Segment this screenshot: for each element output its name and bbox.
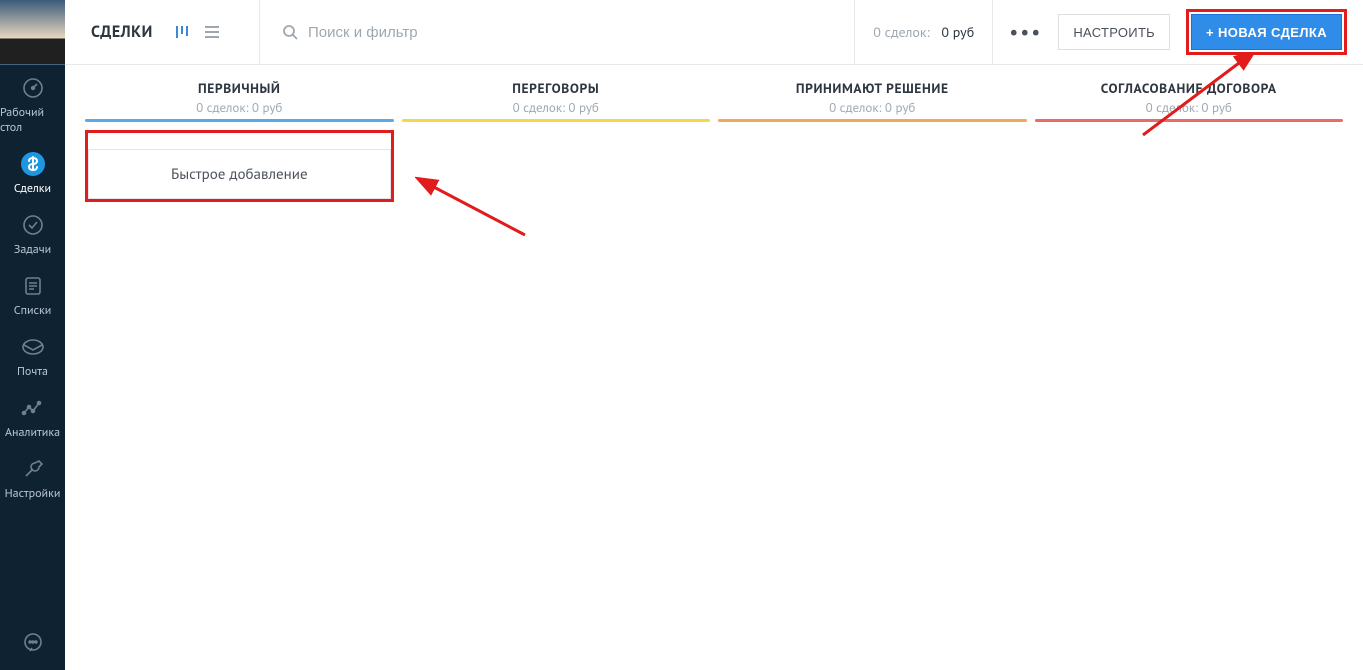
list-view-icon[interactable]: [203, 25, 221, 39]
sidebar-item-analytics[interactable]: Аналитика: [0, 385, 65, 446]
pipeline-board: ПЕРВИЧНЫЙ 0 сделок: 0 руб Быстрое добавл…: [65, 65, 1363, 670]
column-subtitle: 0 сделок: 0 руб: [402, 99, 711, 116]
deals-icon: [20, 151, 46, 177]
sidebar-item-label: Задачи: [14, 242, 51, 257]
annotation-highlight: Быстрое добавление: [85, 130, 394, 202]
mail-icon: [20, 334, 46, 360]
check-circle-icon: [20, 212, 46, 238]
pipeline-column: ПЕРЕГОВОРЫ 0 сделок: 0 руб: [398, 79, 715, 670]
search-input[interactable]: [308, 24, 528, 41]
wrench-icon: [20, 456, 46, 482]
sidebar-item-deals[interactable]: Сделки: [0, 141, 65, 202]
list-icon: [20, 273, 46, 299]
column-subtitle: 0 сделок: 0 руб: [718, 99, 1027, 116]
sidebar-item-tasks[interactable]: Задачи: [0, 202, 65, 263]
kanban-view-icon[interactable]: [175, 24, 193, 40]
annotation-highlight: + НОВАЯ СДЕЛКА: [1186, 9, 1347, 55]
plus-icon: +: [1206, 25, 1214, 40]
sidebar-item-label: Аналитика: [5, 425, 60, 440]
column-title: ПРИНИМАЮТ РЕШЕНИЕ: [718, 79, 1027, 97]
column-divider: [1035, 119, 1344, 122]
topbar: СДЕЛКИ 0 сделок: 0 руб: [65, 0, 1363, 65]
sidebar-item-label: Сделки: [14, 181, 51, 196]
sidebar-item-settings[interactable]: Настройки: [0, 446, 65, 507]
sidebar: Рабочий стол Сделки Задачи Списки Почта: [0, 0, 65, 670]
column-divider: [402, 119, 711, 122]
quick-add-button[interactable]: Быстрое добавление: [88, 149, 391, 199]
pipeline-column: ПЕРВИЧНЫЙ 0 сделок: 0 руб Быстрое добавл…: [81, 79, 398, 670]
new-deal-button[interactable]: + НОВАЯ СДЕЛКА: [1191, 14, 1342, 50]
sidebar-item-lists[interactable]: Списки: [0, 263, 65, 324]
sidebar-item-label: Списки: [14, 303, 52, 318]
analytics-icon: [20, 395, 46, 421]
sidebar-item-chat[interactable]: [0, 620, 65, 670]
sidebar-item-label: Рабочий стол: [0, 105, 65, 135]
pipeline-column: ПРИНИМАЮТ РЕШЕНИЕ 0 сделок: 0 руб: [714, 79, 1031, 670]
column-title: ПЕРЕГОВОРЫ: [402, 79, 711, 97]
configure-button[interactable]: НАСТРОИТЬ: [1058, 14, 1170, 50]
main: СДЕЛКИ 0 сделок: 0 руб: [65, 0, 1363, 670]
sidebar-item-dashboard[interactable]: Рабочий стол: [0, 65, 65, 141]
page-title: СДЕЛКИ: [91, 22, 153, 42]
sidebar-item-label: Почта: [17, 364, 48, 379]
sidebar-item-mail[interactable]: Почта: [0, 324, 65, 385]
column-subtitle: 0 сделок: 0 руб: [85, 99, 394, 116]
sidebar-item-label: Настройки: [5, 486, 61, 501]
column-title: ПЕРВИЧНЫЙ: [85, 79, 394, 97]
summary-value: 0 руб: [941, 23, 974, 41]
deals-summary: 0 сделок: 0 руб: [855, 0, 993, 64]
column-divider: [718, 119, 1027, 122]
avatar[interactable]: [0, 0, 65, 65]
more-icon[interactable]: •••: [1009, 22, 1042, 42]
summary-prefix: 0 сделок:: [873, 23, 929, 41]
column-divider: [85, 119, 394, 122]
column-title: СОГЛАСОВАНИЕ ДОГОВОРА: [1035, 79, 1344, 97]
search-icon: [282, 24, 298, 40]
chat-icon: [20, 630, 46, 656]
gauge-icon: [20, 75, 46, 101]
view-toggle: [175, 24, 221, 40]
pipeline-column: СОГЛАСОВАНИЕ ДОГОВОРА 0 сделок: 0 руб: [1031, 79, 1348, 670]
column-subtitle: 0 сделок: 0 руб: [1035, 99, 1344, 116]
new-deal-label: НОВАЯ СДЕЛКА: [1218, 25, 1327, 40]
